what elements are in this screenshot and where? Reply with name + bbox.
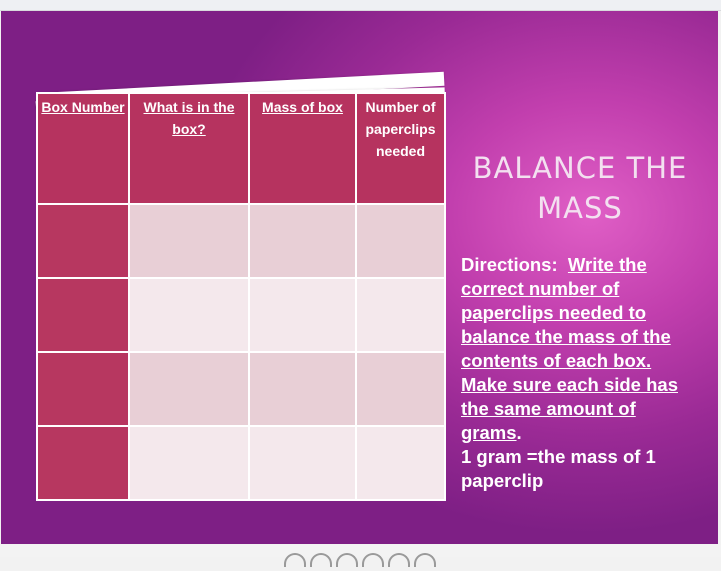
top-toolbar-strip (0, 0, 721, 11)
table-cell-box-number[interactable] (36, 203, 130, 279)
table-cell[interactable] (355, 425, 446, 501)
table-header-row: Box Number What is in the box? Mass of b… (36, 92, 446, 205)
table-row (36, 277, 446, 353)
table-cell[interactable] (248, 203, 357, 279)
table-cell[interactable] (128, 277, 250, 353)
header-box-number: Box Number (36, 92, 130, 205)
directions-note: 1 gram =the mass of 1 paperclip (461, 446, 656, 491)
slide-nav-dot[interactable] (336, 553, 358, 567)
table-row (36, 351, 446, 427)
table-row (36, 425, 446, 501)
slide-nav-dot[interactable] (284, 553, 306, 567)
slide-nav-dot[interactable] (414, 553, 436, 567)
table-row (36, 203, 446, 279)
table-cell[interactable] (355, 203, 446, 279)
directions-text: Directions: Write the correct number of … (461, 253, 701, 493)
slide-title: BALANCE THE MASS (472, 151, 688, 225)
table-cell[interactable] (248, 277, 357, 353)
table-cell-box-number[interactable] (36, 277, 130, 353)
table-cell[interactable] (355, 351, 446, 427)
slide-nav-dot[interactable] (388, 553, 410, 567)
directions-period: . (516, 422, 522, 443)
directions-label: Directions: (461, 254, 558, 275)
table-cell[interactable] (128, 351, 250, 427)
box-table: Box Number What is in the box? Mass of b… (36, 92, 446, 501)
header-paperclips: Number of paperclips needed (355, 92, 446, 205)
slide-nav-dot[interactable] (310, 553, 332, 567)
table-cell-box-number[interactable] (36, 351, 130, 427)
table-cell[interactable] (355, 277, 446, 353)
header-mass: Mass of box (248, 92, 357, 205)
table-cell-box-number[interactable] (36, 425, 130, 501)
slide-navigation-dots (284, 552, 440, 571)
directions-instruction: Write the correct number of paperclips n… (461, 254, 678, 443)
slide-nav-dot[interactable] (362, 553, 384, 567)
table-cell[interactable] (248, 351, 357, 427)
table-cell[interactable] (128, 425, 250, 501)
table-cell[interactable] (248, 425, 357, 501)
table-cell[interactable] (128, 203, 250, 279)
header-contents: What is in the box? (128, 92, 250, 205)
